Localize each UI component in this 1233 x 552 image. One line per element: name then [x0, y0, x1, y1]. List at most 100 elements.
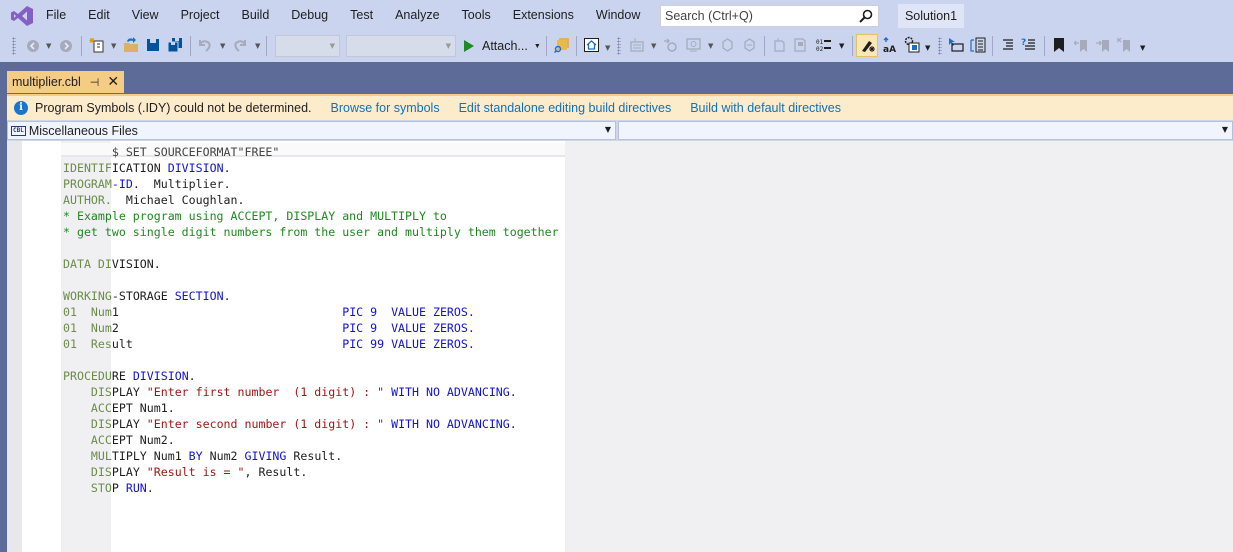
attach-button[interactable]: Attach... ▼: [464, 36, 541, 56]
toolbar-grip[interactable]: [617, 37, 621, 55]
build-default-directives-link[interactable]: Build with default directives: [690, 101, 841, 115]
redo-dropdown-icon[interactable]: ▼: [255, 42, 260, 50]
prev-bookmark-icon[interactable]: [1074, 38, 1088, 52]
code-line[interactable]: AUTHOR. Michael Coughlan.: [63, 192, 559, 208]
menu-window[interactable]: Window: [585, 0, 651, 31]
open-file-icon[interactable]: [123, 37, 140, 53]
navigate-back-icon[interactable]: [26, 39, 40, 53]
menu-tools[interactable]: Tools: [451, 0, 502, 31]
code-token-pl: 2: [111, 321, 343, 335]
step-out-icon[interactable]: [742, 38, 757, 52]
bookmark-icon[interactable]: [1053, 38, 1065, 52]
toolbar-separator: [266, 36, 267, 56]
code-line[interactable]: 01 Num2 PIC 9 VALUE ZEROS.: [63, 320, 559, 336]
overflow-dropdown-icon[interactable]: ▼: [605, 44, 610, 52]
cobol-edit-button[interactable]: [856, 34, 878, 57]
code-line[interactable]: $ SET SOURCEFORMAT"FREE": [63, 144, 559, 160]
solution-platforms-combo[interactable]: ▼: [346, 35, 456, 57]
menu-analyze[interactable]: Analyze: [384, 0, 450, 31]
view-icon[interactable]: [686, 38, 701, 52]
view-dropdown-icon[interactable]: ▼: [708, 42, 713, 50]
code-line[interactable]: STOP RUN.: [63, 480, 559, 496]
editor-margin[interactable]: [22, 141, 61, 552]
home-icon[interactable]: [584, 38, 599, 52]
save-icon[interactable]: [146, 38, 160, 52]
code-line[interactable]: DISPLAY "Result is = ", Result.: [63, 464, 559, 480]
code-token-pl: .: [223, 289, 231, 303]
code-line[interactable]: * Example program using ACCEPT, DISPLAY …: [63, 208, 559, 224]
menu-test[interactable]: Test: [339, 0, 384, 31]
undo-icon[interactable]: [198, 38, 212, 52]
toolbar-overflow-icon[interactable]: ▼: [1140, 44, 1145, 52]
redo-icon[interactable]: [233, 38, 247, 52]
case-icon[interactable]: aA: [883, 37, 899, 53]
code-line[interactable]: PROGRAM-ID. Multiplier.: [63, 176, 559, 192]
comment-icon[interactable]: ?: [1021, 37, 1036, 52]
code-token-pl: .: [223, 161, 231, 175]
indent-icon[interactable]: [1001, 38, 1015, 52]
code-line[interactable]: [63, 240, 559, 256]
tab-multiplier-cbl[interactable]: multiplier.cbl ⊣ ✕: [7, 71, 124, 93]
code-line[interactable]: MULTIPLY Num1 BY Num2 GIVING Result.: [63, 448, 559, 464]
search-box[interactable]: [660, 5, 879, 27]
new-project-icon[interactable]: [89, 37, 105, 53]
toolbar-grip[interactable]: [938, 37, 942, 55]
toolbar-grip[interactable]: [12, 37, 16, 55]
insert-icon[interactable]: [948, 38, 964, 52]
undo-dropdown-icon[interactable]: ▼: [220, 42, 225, 50]
next-bookmark-icon[interactable]: [1096, 38, 1110, 52]
find-in-files-icon[interactable]: [554, 37, 570, 53]
navigate-forward-icon[interactable]: [59, 39, 73, 53]
code-line[interactable]: 01 Num1 PIC 9 VALUE ZEROS.: [63, 304, 559, 320]
code-line[interactable]: PROCEDURE DIVISION.: [63, 368, 559, 384]
menu-build[interactable]: Build: [230, 0, 280, 31]
new-project-dropdown-icon[interactable]: ▼: [111, 42, 116, 50]
menu-view[interactable]: View: [121, 0, 170, 31]
code-token-pl: Michael Coughlan.: [111, 193, 245, 207]
close-icon[interactable]: ✕: [107, 74, 119, 90]
code-line[interactable]: 01 Result PIC 99 VALUE ZEROS.: [63, 336, 559, 352]
breakpoint-icon[interactable]: [663, 38, 678, 52]
menu-extensions[interactable]: Extensions: [502, 0, 585, 31]
code-line[interactable]: WORKING-STORAGE SECTION.: [63, 288, 559, 304]
browse-for-symbols-link[interactable]: Browse for symbols: [331, 101, 440, 115]
numbered-list-dropdown-icon[interactable]: ▼: [839, 42, 844, 50]
overflow-dropdown-icon[interactable]: ▼: [925, 44, 930, 52]
menu-file[interactable]: File: [43, 0, 77, 31]
pin-icon[interactable]: ⊣: [90, 76, 100, 89]
code-lines[interactable]: $ SET SOURCEFORMAT"FREE" IDENTIFICATION D…: [63, 144, 559, 496]
search-input[interactable]: [661, 9, 851, 23]
navigate-back-dropdown-icon[interactable]: ▼: [46, 42, 51, 50]
menu-project[interactable]: Project: [170, 0, 231, 31]
code-line[interactable]: ACCEPT Num1.: [63, 400, 559, 416]
code-line[interactable]: * get two single digit numbers from the …: [63, 224, 559, 240]
solution-name[interactable]: Solution1: [898, 4, 964, 28]
code-line[interactable]: DATA DIVISION.: [63, 256, 559, 272]
project-combo[interactable]: CBL Miscellaneous Files ▼: [7, 121, 616, 140]
code-line[interactable]: DISPLAY "Enter second number (1 digit) :…: [63, 416, 559, 432]
step-dropdown-icon[interactable]: ▼: [651, 42, 656, 50]
member-combo[interactable]: ▼: [618, 121, 1233, 140]
step-into-icon[interactable]: [720, 38, 735, 52]
code-line[interactable]: IDENTIFICATION DIVISION.: [63, 160, 559, 176]
outline-icon[interactable]: [970, 37, 986, 53]
clear-bookmark-icon[interactable]: [1117, 38, 1131, 52]
step-icon[interactable]: [629, 38, 644, 52]
search-icon[interactable]: [859, 9, 873, 23]
copy-icon[interactable]: [772, 38, 787, 52]
code-line[interactable]: [63, 272, 559, 288]
save-all-icon[interactable]: [167, 37, 183, 53]
code-editor[interactable]: $ SET SOURCEFORMAT"FREE" IDENTIFICATION D…: [7, 141, 1233, 552]
properties-icon[interactable]: [904, 36, 920, 53]
paste-icon[interactable]: [793, 38, 808, 52]
solution-configurations-combo[interactable]: ▼: [275, 35, 340, 57]
menu-edit[interactable]: Edit: [77, 0, 121, 31]
code-line[interactable]: [63, 352, 559, 368]
numbered-list-icon[interactable]: 0102: [816, 38, 832, 52]
code-line[interactable]: DISPLAY "Enter first number (1 digit) : …: [63, 384, 559, 400]
edit-build-directives-link[interactable]: Edit standalone editing build directives: [459, 101, 672, 115]
attach-dropdown-icon: ▼: [533, 42, 541, 50]
code-line[interactable]: ACCEPT Num2.: [63, 432, 559, 448]
editor-gutter[interactable]: [7, 141, 22, 552]
menu-debug[interactable]: Debug: [280, 0, 339, 31]
